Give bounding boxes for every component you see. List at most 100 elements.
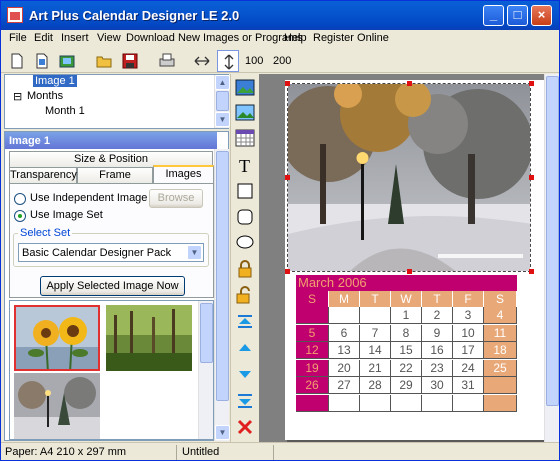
tab-frame[interactable]: Frame	[77, 167, 153, 183]
day-cell: 2	[422, 307, 453, 324]
menu-view[interactable]: View	[97, 32, 121, 44]
radio-independent[interactable]	[14, 193, 26, 205]
lock-button[interactable]	[234, 258, 256, 280]
panel-scroll-thumb[interactable]	[216, 151, 229, 401]
menu-register[interactable]: Register Online	[313, 32, 389, 44]
scroll-down-icon[interactable]: ▼	[215, 112, 230, 127]
rounded-rect-button[interactable]	[234, 206, 256, 228]
lock-icon	[238, 260, 252, 278]
new-button[interactable]	[6, 50, 28, 72]
day-cell	[484, 377, 517, 394]
maximize-button[interactable]: □	[507, 5, 528, 26]
day-cell: 9	[422, 324, 453, 342]
tree-expander-icon[interactable]: ⊟	[13, 90, 22, 103]
resize-handle[interactable]	[285, 175, 290, 180]
insert-clipart-button[interactable]	[234, 102, 256, 124]
design-canvas[interactable]: March 2006 SMTWTFS 1 2 3 4 5 6 7 8 9 10 11 12 13 14 15…	[259, 74, 559, 442]
thumbnail-sunflowers[interactable]	[14, 305, 100, 371]
day-cell: 10	[453, 324, 484, 342]
status-divider	[176, 445, 177, 460]
unlock-icon	[236, 286, 250, 304]
zoom-200-button[interactable]: 200	[273, 55, 291, 67]
day-cell: 17	[453, 342, 484, 359]
day-cell	[453, 394, 484, 412]
title-bar[interactable]: Art Plus Calendar Designer LE 2.0 _ □ ×	[1, 1, 559, 30]
chevron-down-icon[interactable]: ▼	[187, 245, 202, 260]
radio-independent-label[interactable]: Use Independent Image	[30, 192, 147, 204]
ellipse-button[interactable]	[234, 231, 256, 253]
thumbnails-scroll-thumb[interactable]	[200, 303, 213, 363]
bring-to-front-button[interactable]	[234, 311, 256, 333]
paper-page[interactable]: March 2006 SMTWTFS 1 2 3 4 5 6 7 8 9 10 11 12 13 14 15…	[285, 80, 548, 440]
menu-file[interactable]: File	[9, 32, 27, 44]
bring-forward-button[interactable]	[234, 337, 256, 359]
day-cell: 22	[391, 359, 422, 377]
open-button[interactable]	[93, 50, 115, 72]
save-button[interactable]	[119, 50, 141, 72]
scroll-thumb[interactable]	[216, 91, 229, 111]
day-header: T	[360, 291, 391, 307]
resize-handle[interactable]	[529, 81, 534, 86]
unlock-button[interactable]	[234, 284, 256, 306]
resize-handle[interactable]	[285, 269, 290, 274]
zoom-100-button[interactable]: 100	[245, 55, 263, 67]
send-to-back-button[interactable]	[234, 390, 256, 412]
panel-scroll-down-icon[interactable]: ▼	[215, 425, 230, 440]
scroll-up-icon[interactable]: ▲	[215, 75, 230, 90]
panel-scrollbar[interactable]: ▼	[214, 149, 230, 441]
resize-handle[interactable]	[529, 175, 534, 180]
radio-image-set[interactable]	[14, 210, 26, 222]
tree-item-months[interactable]: Months	[27, 90, 63, 102]
tree-scrollbar[interactable]: ▲ ▼	[214, 75, 230, 128]
day-cell	[391, 394, 422, 412]
menu-help[interactable]: Help	[284, 32, 307, 44]
apply-image-button[interactable]: Apply Selected Image Now	[40, 276, 185, 296]
paper-size-status: Paper: A4 210 x 297 mm	[5, 446, 127, 458]
calendar-grid[interactable]: March 2006 SMTWTFS 1 2 3 4 5 6 7 8 9 10 11 12 13 14 15…	[296, 275, 517, 413]
menu-edit[interactable]: Edit	[34, 32, 53, 44]
tree-item-image-1[interactable]: Image 1	[33, 75, 77, 87]
rectangle-button[interactable]	[234, 180, 256, 202]
thumbnail-forest[interactable]	[106, 305, 192, 371]
canvas-scrollbar[interactable]	[544, 74, 559, 442]
park-lamp-image	[14, 373, 100, 439]
day-cell: 24	[453, 359, 484, 377]
day-cell: 4	[484, 307, 517, 324]
close-button[interactable]: ×	[531, 5, 552, 26]
fit-width-button[interactable]	[191, 50, 213, 72]
image-thumbnails	[9, 300, 214, 440]
menu-download[interactable]: Download New Images or Programs	[126, 32, 303, 44]
resize-handle[interactable]	[407, 81, 412, 86]
print-button[interactable]	[156, 50, 178, 72]
new-icon	[11, 53, 23, 69]
send-backward-button[interactable]	[234, 363, 256, 385]
resize-handle[interactable]	[407, 269, 412, 274]
tab-images[interactable]: Images	[153, 165, 214, 183]
tree-item-month-1[interactable]: Month 1	[45, 105, 85, 117]
insert-image-button[interactable]	[234, 77, 256, 99]
day-cell	[329, 394, 360, 412]
menu-insert[interactable]: Insert	[61, 32, 89, 44]
browse-button[interactable]: Browse	[149, 189, 203, 208]
insert-clipart-icon	[235, 104, 255, 121]
thumbnails-scrollbar[interactable]	[198, 301, 213, 439]
new-page-button[interactable]	[31, 50, 53, 72]
photo-frame[interactable]	[287, 83, 531, 272]
day-cell: 25	[484, 359, 517, 377]
thumbnail-park-lamp[interactable]	[14, 373, 100, 439]
radio-image-set-label[interactable]: Use Image Set	[30, 209, 103, 221]
gallery-button[interactable]	[56, 50, 78, 72]
resize-handle[interactable]	[529, 269, 534, 274]
image-set-dropdown[interactable]: Basic Calendar Designer Pack ▼	[18, 243, 204, 262]
main-toolbar: 100 200	[1, 48, 559, 73]
insert-calendar-button[interactable]	[234, 127, 256, 149]
insert-text-button[interactable]: T	[234, 154, 256, 176]
delete-button[interactable]	[234, 416, 256, 438]
minimize-button[interactable]: _	[483, 5, 504, 26]
day-header: F	[453, 291, 484, 307]
day-cell: 26	[296, 377, 329, 394]
canvas-scroll-thumb[interactable]	[546, 76, 559, 406]
tab-transparency[interactable]: Transparency	[9, 167, 77, 183]
resize-handle[interactable]	[285, 81, 290, 86]
fit-height-button[interactable]	[217, 50, 239, 72]
